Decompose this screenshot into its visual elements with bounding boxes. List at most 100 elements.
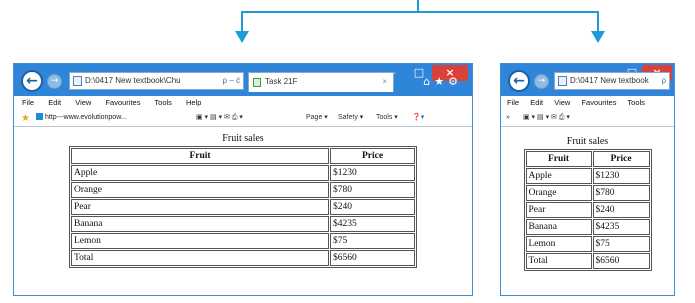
table-row: Lemon $75 [525,236,650,252]
menu-item-file[interactable]: File [507,98,519,107]
command-icons[interactable]: ▣ ▾ ▤ ▾ ✉ ⎙ ▾ [523,110,570,126]
cell-price: $1230 [592,168,650,184]
table-caption: Fruit sales [566,136,609,147]
fruit-sales-table: Fruit Price Apple $1230 Orange $780 Pear $2… [523,149,652,271]
favorite-star-icon[interactable]: ★ [21,111,30,126]
favorite-link-label: http---www.evolutionpow... [45,114,127,121]
title-bar: – □ × ← → D:\0417 New textbook ρ [501,64,674,96]
header-fruit: Fruit [71,148,329,164]
page-icon [253,78,261,87]
arrow-down-icon [591,31,605,43]
header-fruit: Fruit [525,151,592,167]
tab-close-icon[interactable]: × [382,73,387,91]
page-content: Fruit sales Fruit Price Apple $1230 Orang… [501,127,674,271]
fruit-sales-table: Fruit Price Apple $1230 Orange $780 Pear $2… [69,146,417,268]
cell-price: $780 [330,182,415,198]
tools-menu[interactable]: Tools ▾ [376,110,398,126]
help-icon[interactable]: ❓▾ [412,110,424,126]
address-bar[interactable]: D:\0417 New textbook ρ [554,72,670,90]
cell-price: $240 [592,202,650,218]
address-text: D:\0417 New textbook\Chu [85,76,181,85]
page-content: Fruit sales Fruit Price Apple $1230 Orang… [14,127,472,268]
cell-price: $780 [592,185,650,201]
cell-fruit: Pear [525,202,592,218]
cell-fruit: Orange [71,182,329,198]
table-row: Lemon $75 [71,233,415,249]
cell-price: $1230 [330,165,415,181]
cell-fruit: Total [525,253,592,269]
page-icon [558,76,567,86]
menu-item-view[interactable]: View [75,98,91,107]
table-caption: Fruit sales [222,133,264,144]
table-header-row: Fruit Price [525,151,650,167]
page-icon [73,76,82,86]
table-row: Pear $240 [71,199,415,215]
address-text: D:\0417 New textbook [570,76,649,85]
menu-item-favourites[interactable]: Favourites [581,98,616,107]
back-button[interactable]: ← [508,70,530,92]
tab-task-21f[interactable]: Task 21F × [248,72,394,92]
table-row: Banana $4235 [525,219,650,235]
menu-bar: File Edit View Favourites Tools [501,96,674,110]
favorite-link[interactable]: http---www.evolutionpow... [36,110,127,126]
command-bar: » ▣ ▾ ▤ ▾ ✉ ⎙ ▾ [501,110,674,127]
table-row: Orange $780 [71,182,415,198]
cell-price: $4235 [330,216,415,232]
back-button[interactable]: ← [21,70,43,92]
cell-fruit: Pear [71,199,329,215]
menu-item-help[interactable]: Help [186,98,201,107]
cell-fruit: Orange [525,185,592,201]
cell-price: $4235 [592,219,650,235]
browser-window-narrow: – □ × ← → D:\0417 New textbook ρ File Ed… [500,63,675,296]
cell-price: $6560 [592,253,650,269]
menu-item-edit[interactable]: Edit [530,98,543,107]
search-icon[interactable]: ρ [661,73,666,89]
table-row: Pear $240 [525,202,650,218]
header-price: Price [330,148,415,164]
chevron-icon[interactable]: » [506,110,510,126]
cell-price: $75 [592,236,650,252]
cell-fruit: Banana [71,216,329,232]
forward-button[interactable]: → [47,74,62,89]
cell-fruit: Banana [525,219,592,235]
command-icons[interactable]: ▣ ▾ ▤ ▾ ✉ ⎙ ▾ [196,110,243,126]
browser-window-wide: – □ × ← → D:\0417 New textbook\Chu ρ – ć… [13,63,473,296]
safety-menu[interactable]: Safety ▾ [338,110,363,126]
arrow-down-icon [235,31,249,43]
cell-fruit: Apple [71,165,329,181]
tab-title: Task 21F [265,77,298,86]
address-bar[interactable]: D:\0417 New textbook\Chu ρ – ć [69,72,244,90]
menu-item-tools[interactable]: Tools [154,98,172,107]
connector-line-right-drop [597,11,599,33]
site-icon [36,113,43,120]
home-star-gear-icon[interactable]: ⌂★⚙ [423,75,462,88]
menu-item-tools[interactable]: Tools [627,98,645,107]
menu-item-favourites[interactable]: Favourites [105,98,140,107]
menu-item-view[interactable]: View [554,98,570,107]
table-header-row: Fruit Price [71,148,415,164]
cell-fruit: Total [71,250,329,266]
menu-bar: File Edit View Favourites Tools Help [14,96,472,110]
connector-line-left-drop [241,11,243,33]
table-row: Total $6560 [525,253,650,269]
table-row: Banana $4235 [71,216,415,232]
menu-item-edit[interactable]: Edit [48,98,61,107]
cell-fruit: Lemon [71,233,329,249]
cell-price: $240 [330,199,415,215]
table-row: Total $6560 [71,250,415,266]
header-price: Price [592,151,650,167]
table-row: Orange $780 [525,185,650,201]
table-row: Apple $1230 [71,165,415,181]
forward-button[interactable]: → [534,74,549,89]
page-menu[interactable]: Page ▾ [306,110,328,126]
connector-line-horizontal [241,11,599,13]
menu-item-file[interactable]: File [22,98,34,107]
cell-price: $6560 [330,250,415,266]
favorites-bar: ★ http---www.evolutionpow... ▣ ▾ ▤ ▾ ✉ ⎙… [14,110,472,127]
cell-fruit: Apple [525,168,592,184]
title-bar: – □ × ← → D:\0417 New textbook\Chu ρ – ć… [14,64,472,96]
search-refresh-icon[interactable]: ρ – ć [223,73,240,89]
cell-fruit: Lemon [525,236,592,252]
cell-price: $75 [330,233,415,249]
table-row: Apple $1230 [525,168,650,184]
